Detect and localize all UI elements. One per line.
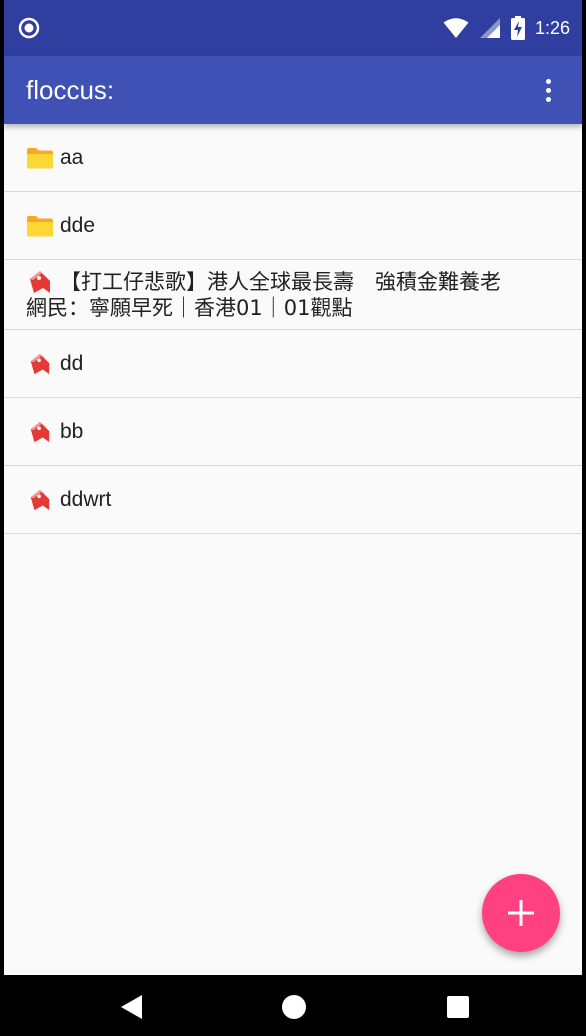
app-title: floccus: [26, 75, 115, 105]
home-icon[interactable] [280, 993, 308, 1021]
more-options-button[interactable] [528, 70, 568, 110]
device-frame: 1:26 floccus: aa dde 【打工仔悲歌】港人全球最長壽 強積金難… [0, 0, 586, 1036]
bookmark-title-line-1: 【打工仔悲歌】港人全球最長壽 強積金難養老 [60, 270, 501, 294]
battery-charging-icon [510, 16, 525, 40]
cellular-signal-icon [479, 18, 500, 38]
list-item-label: bb [60, 419, 84, 443]
list-item-label: ddwrt [60, 487, 112, 511]
recents-icon[interactable] [444, 993, 472, 1021]
plus-icon [508, 900, 534, 926]
list-item-label: aa [60, 145, 84, 169]
bookmark-title-line-2: 網民：寧願早死｜香港01｜01觀點 [26, 296, 353, 320]
folder-icon [27, 147, 53, 168]
bookmark-icon [30, 489, 50, 510]
status-time: 1:26 [534, 18, 570, 38]
bookmark-icon [30, 421, 50, 442]
more-vert-icon [545, 78, 551, 84]
wifi-icon [443, 18, 469, 38]
list-item-bookmark-hk01[interactable]: 【打工仔悲歌】港人全球最長壽 強積金難養老 網民：寧願早死｜香港01｜01觀點 [4, 260, 582, 330]
list-item-bookmark-bb[interactable]: bb [4, 398, 582, 466]
bookmark-title: 【打工仔悲歌】港人全球最長壽 強積金難養老 網民：寧願早死｜香港01｜01觀點 [26, 269, 566, 321]
list-item-folder-aa[interactable]: aa [4, 124, 582, 192]
app-screen: 1:26 floccus: aa dde 【打工仔悲歌】港人全球最長壽 強積金難… [4, 0, 582, 975]
folder-icon [27, 215, 53, 236]
bookmark-icon [30, 353, 50, 374]
notification-circle-icon [18, 17, 40, 39]
bookmark-list: aa dde 【打工仔悲歌】港人全球最長壽 強積金難養老 網民：寧願早死｜香港0… [4, 124, 582, 534]
list-item-bookmark-dd[interactable]: dd [4, 330, 582, 398]
add-bookmark-button[interactable] [482, 874, 560, 952]
back-icon[interactable] [118, 993, 146, 1021]
status-bar: 1:26 [4, 0, 582, 56]
list-item-folder-dde[interactable]: dde [4, 192, 582, 260]
list-item-label: dde [60, 213, 96, 237]
navigation-bar [0, 975, 586, 1036]
list-item-label: dd [60, 351, 84, 375]
app-bar: floccus: [4, 56, 582, 124]
list-item-bookmark-ddwrt[interactable]: ddwrt [4, 466, 582, 534]
status-icons: 1:26 [443, 13, 570, 43]
